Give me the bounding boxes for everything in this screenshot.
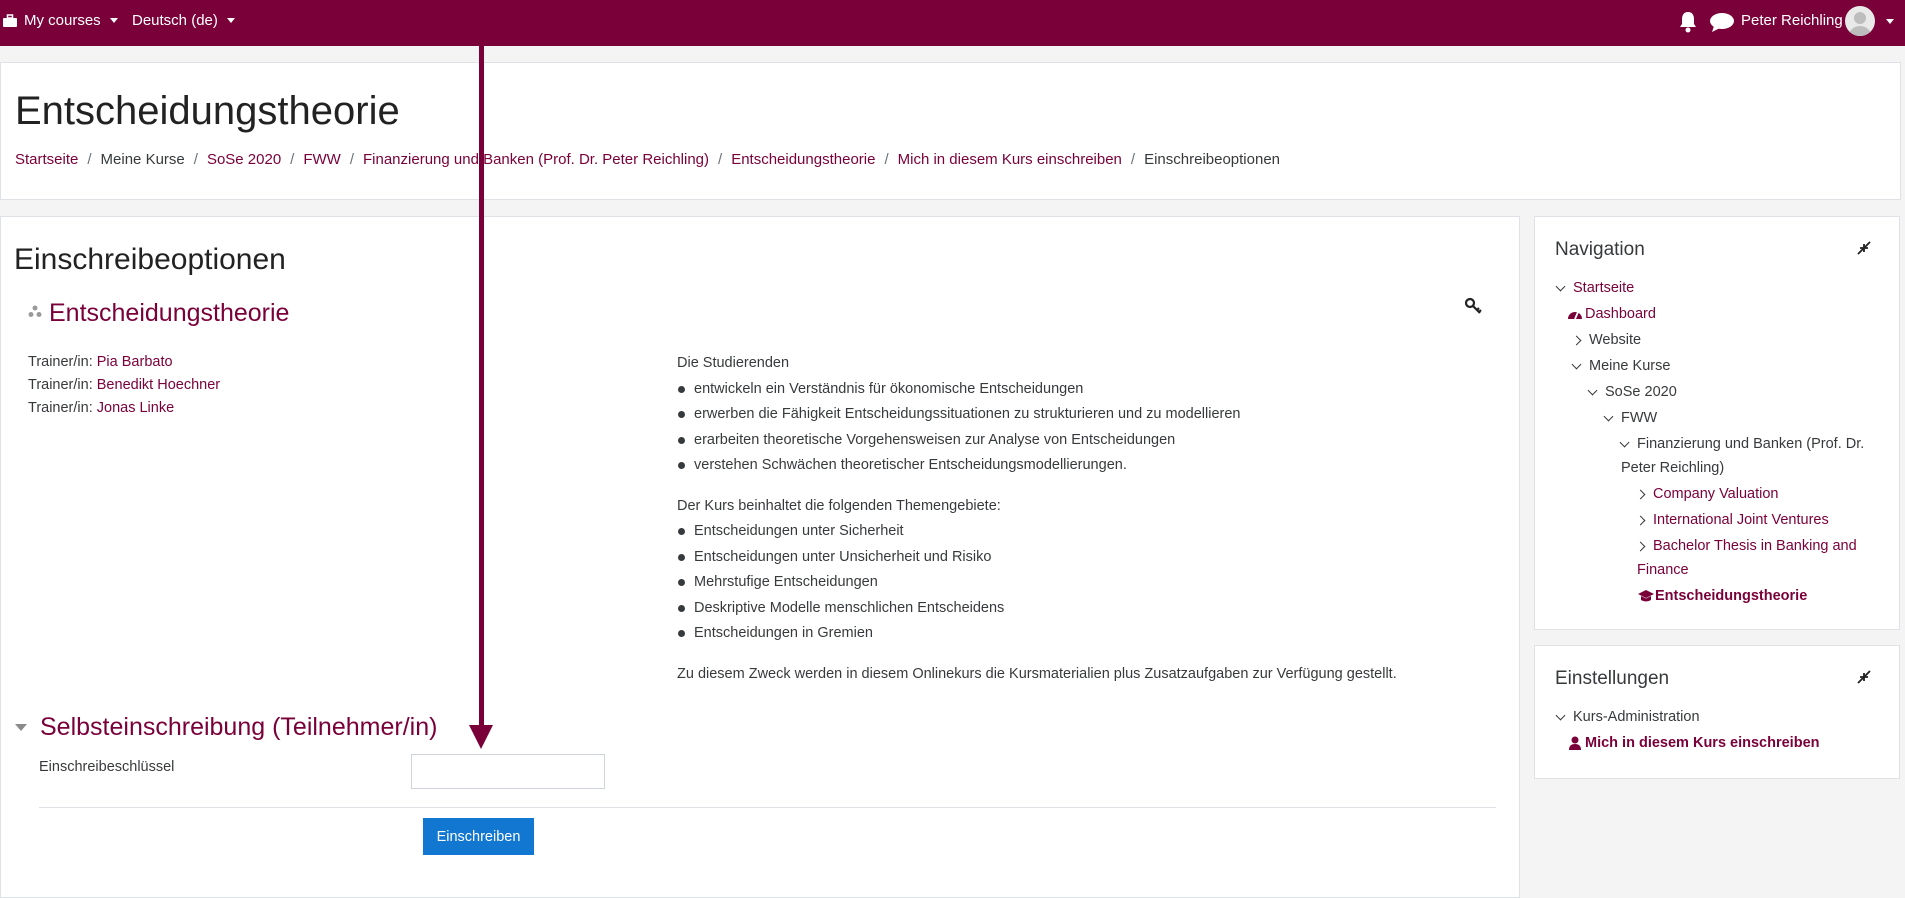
nav-item-startseite[interactable]: Startseite (1555, 275, 1634, 301)
briefcase-icon (3, 13, 17, 27)
breadcrumb-current: Einschreibeoptionen (1144, 151, 1281, 168)
self-enrol-title: Selbsteinschreibung (Teilnehmer/in) (40, 713, 438, 741)
trainer-row: Trainer/in: Pia Barbato (28, 354, 173, 370)
user-menu-chevron-icon[interactable] (1886, 19, 1894, 24)
topics-intro: Der Kurs beinhaltet die folgenden Themen… (677, 497, 1001, 514)
breadcrumb-startseite[interactable]: Startseite (15, 151, 78, 168)
annotation-arrow-head (469, 725, 493, 749)
graduation-cap-icon (1638, 590, 1654, 602)
settings-item-admin[interactable]: Kurs-Administration (1555, 704, 1700, 730)
nav-item-company-valuation[interactable]: Company Valuation (1635, 481, 1778, 507)
breadcrumb-meine-kurse: Meine Kurse (100, 151, 185, 168)
list-item: Mehrstufige Entscheidungen (677, 570, 1457, 596)
self-enrol-toggle[interactable]: Selbsteinschreibung (Teilnehmer/in) (15, 713, 437, 742)
topics-list: Entscheidungen unter Sicherheit Entschei… (677, 519, 1457, 647)
trainer-link[interactable]: Pia Barbato (97, 354, 173, 370)
language-menu[interactable]: Deutsch (de) (132, 12, 235, 29)
top-navbar: My courses Deutsch (de) Peter Reichling (0, 0, 1905, 46)
breadcrumb-enrol-me[interactable]: Mich in diesem Kurs einschreiben (898, 151, 1122, 168)
breadcrumb-sose-2020[interactable]: SoSe 2020 (207, 151, 281, 168)
nav-item-bachelor-thesis[interactable]: Bachelor Thesis in Banking and (1635, 533, 1857, 559)
chat-bubble-icon[interactable] (1709, 11, 1735, 33)
my-courses-menu[interactable]: My courses (2, 12, 118, 29)
breadcrumb-fww[interactable]: FWW (303, 151, 340, 168)
list-item: erwerben die Fähigkeit Entscheidungssitu… (677, 402, 1457, 428)
enrol-key-input[interactable] (411, 754, 605, 789)
nav-item-finanzierung[interactable]: Finanzierung und Banken (Prof. Dr. (1619, 431, 1864, 457)
trainer-row: Trainer/in: Benedikt Hoechner (28, 377, 221, 393)
list-item: verstehen Schwächen theoretischer Entsch… (677, 453, 1457, 479)
nav-item-current-course[interactable]: Entscheidungstheorie (1637, 583, 1807, 609)
trainer-link[interactable]: Benedikt Hoechner (97, 377, 220, 393)
section-title: Einschreibeoptionen (14, 243, 286, 276)
page-title: Entscheidungstheorie (15, 89, 400, 133)
nav-item-bachelor-thesis-cont: Finance (1637, 562, 1689, 578)
key-icon (1464, 297, 1482, 314)
nav-item-finanzierung-cont: Peter Reichling) (1621, 460, 1725, 476)
main-content: Einschreibeoptionen Entscheidungstheorie… (0, 216, 1520, 898)
nav-item-fww[interactable]: FWW (1603, 405, 1657, 431)
chevron-down-icon (109, 18, 118, 23)
avatar[interactable] (1845, 6, 1875, 36)
summary-intro: Die Studierenden (677, 355, 790, 371)
settings-block: Einstellungen Kurs-Administration Mich i… (1534, 645, 1900, 779)
enrol-submit-button[interactable]: Einschreiben (423, 818, 534, 855)
chevron-down-icon (226, 18, 235, 23)
trainer-list: Trainer/in: Pia Barbato Trainer/in: Bene… (28, 351, 220, 420)
trainer-link[interactable]: Jonas Linke (97, 400, 174, 416)
divider (39, 807, 1496, 808)
course-summary: Die Studierenden entwickeln ein Verständ… (677, 351, 1457, 687)
summary-closing: Zu diesem Zweck werden in diesem Onlinek… (677, 665, 1397, 682)
user-icon (1569, 736, 1581, 750)
nav-item-meine-kurse[interactable]: Meine Kurse (1571, 353, 1670, 379)
breadcrumb-finanzierung[interactable]: Finanzierung und Banken (Prof. Dr. Peter… (363, 151, 709, 168)
dashboard-icon (1568, 311, 1582, 320)
user-name[interactable]: Peter Reichling (1741, 12, 1843, 29)
my-courses-label: My courses (24, 12, 101, 29)
dock-block-icon[interactable] (1857, 241, 1871, 255)
trainer-row: Trainer/in: Jonas Linke (28, 400, 175, 416)
nav-item-dashboard[interactable]: Dashboard (1567, 301, 1656, 327)
page-header: Entscheidungstheorie Startseite / Meine Ku… (0, 62, 1901, 200)
nav-item-sose-2020[interactable]: SoSe 2020 (1587, 379, 1677, 405)
language-label: Deutsch (de) (132, 12, 218, 29)
list-item: Entscheidungen unter Unsicherheit und Ri… (677, 545, 1457, 571)
settings-block-title: Einstellungen (1555, 668, 1670, 689)
navigation-block: Navigation Startseite Dashboard Website … (1534, 216, 1900, 630)
list-item: erarbeiten theoretische Vorgehensweisen … (677, 428, 1457, 454)
list-item: Entscheidungen unter Sicherheit (677, 519, 1457, 545)
breadcrumb: Startseite / Meine Kurse / SoSe 2020/FWW / Fin… (15, 151, 1281, 168)
course-title-link[interactable]: Entscheidungstheorie (49, 299, 289, 328)
nav-item-international-jv[interactable]: International Joint Ventures (1635, 507, 1829, 533)
bell-icon[interactable] (1677, 10, 1699, 34)
dock-block-icon[interactable] (1857, 670, 1871, 684)
list-item: entwickeln ein Verständnis für ökonomisc… (677, 377, 1457, 403)
list-item: Deskriptive Modelle menschlichen Entsche… (677, 596, 1457, 622)
settings-item-enrol-me[interactable]: Mich in diesem Kurs einschreiben (1569, 730, 1820, 756)
breadcrumb-course[interactable]: Entscheidungstheorie (731, 151, 875, 168)
list-item: Entscheidungen in Gremien (677, 621, 1457, 647)
nav-item-website[interactable]: Website (1571, 327, 1641, 353)
goals-list: entwickeln ein Verständnis für ökonomisc… (677, 377, 1457, 479)
enrol-key-label: Einschreibeschlüssel (39, 759, 175, 775)
navigation-block-title: Navigation (1555, 239, 1645, 260)
annotation-arrow-line (479, 0, 484, 727)
collapse-triangle-icon (15, 724, 27, 731)
course-icon (28, 305, 42, 317)
